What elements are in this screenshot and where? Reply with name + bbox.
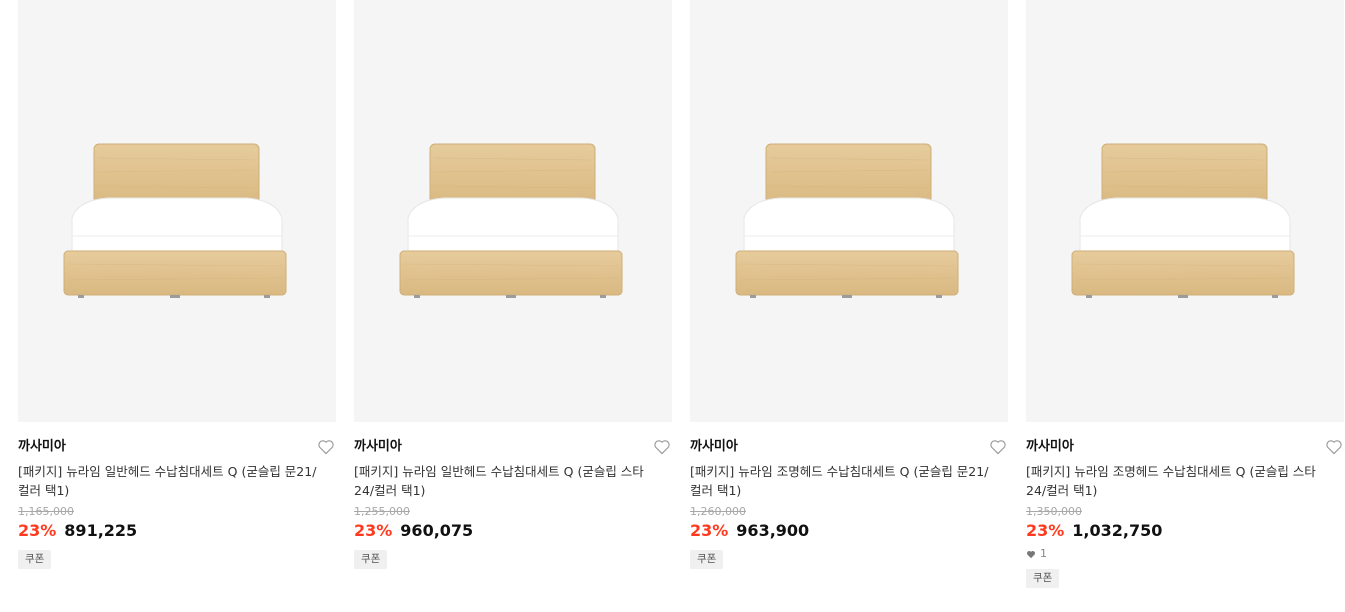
product-image[interactable]: [690, 0, 1008, 422]
brand-name: 까사미아: [354, 439, 402, 454]
price-row: 23% 963,900: [690, 520, 1008, 542]
bed-image-icon: [735, 143, 959, 298]
product-card[interactable]: 까사미아 [패키지] 뉴라임 일반헤드 수납침대세트 Q (굳슬립 스타24/컬…: [354, 0, 672, 588]
discount-rate: 23%: [18, 521, 57, 540]
sale-price: 891,225: [64, 521, 138, 540]
original-price: 1,350,000: [1026, 505, 1082, 518]
like-count: 1: [1026, 547, 1344, 561]
coupon-badge: 쿠폰: [354, 550, 388, 569]
heart-icon[interactable]: [317, 439, 335, 455]
product-image[interactable]: [1026, 0, 1344, 422]
coupon-badge: 쿠폰: [690, 550, 724, 569]
price-row: 23% 1,032,750: [1026, 520, 1344, 542]
heart-icon[interactable]: [653, 439, 671, 455]
original-price: 1,165,000: [18, 505, 74, 518]
sale-price: 1,032,750: [1072, 521, 1163, 540]
price-row: 23% 960,075: [354, 520, 672, 542]
product-title[interactable]: [패키지] 뉴라임 일반헤드 수납침대세트 Q (굳슬립 문21/컬러 택1): [18, 462, 318, 500]
original-price: 1,260,000: [690, 505, 746, 518]
product-title[interactable]: [패키지] 뉴라임 조명헤드 수납침대세트 Q (굳슬립 문21/컬러 택1): [690, 462, 990, 500]
discount-rate: 23%: [1026, 521, 1065, 540]
discount-rate: 23%: [690, 521, 729, 540]
bed-image-icon: [63, 143, 287, 298]
discount-rate: 23%: [354, 521, 393, 540]
product-title[interactable]: [패키지] 뉴라임 일반헤드 수납침대세트 Q (굳슬립 스타24/컬러 택1): [354, 462, 654, 500]
product-card[interactable]: 까사미아 [패키지] 뉴라임 조명헤드 수납침대세트 Q (굳슬립 스타24/컬…: [1026, 0, 1344, 588]
heart-icon[interactable]: [989, 439, 1007, 455]
product-image[interactable]: [18, 0, 336, 422]
brand-name: 까사미아: [690, 439, 738, 454]
coupon-badge: 쿠폰: [1026, 569, 1060, 588]
product-card[interactable]: 까사미아 [패키지] 뉴라임 조명헤드 수납침대세트 Q (굳슬립 문21/컬러…: [690, 0, 1008, 588]
bed-image-icon: [399, 143, 623, 298]
heart-icon[interactable]: [1325, 439, 1343, 455]
brand-name: 까사미아: [1026, 439, 1074, 454]
brand-name: 까사미아: [18, 439, 66, 454]
sale-price: 963,900: [736, 521, 810, 540]
like-count-value: 1: [1040, 547, 1047, 560]
coupon-badge: 쿠폰: [18, 550, 52, 569]
bed-image-icon: [1071, 143, 1295, 298]
product-title[interactable]: [패키지] 뉴라임 조명헤드 수납침대세트 Q (굳슬립 스타24/컬러 택1): [1026, 462, 1326, 500]
filled-heart-icon: [1027, 550, 1035, 558]
original-price: 1,255,000: [354, 505, 410, 518]
product-image[interactable]: [354, 0, 672, 422]
sale-price: 960,075: [400, 521, 474, 540]
product-grid: 까사미아 [패키지] 뉴라임 일반헤드 수납침대세트 Q (굳슬립 문21/컬러…: [18, 0, 1344, 588]
price-row: 23% 891,225: [18, 520, 336, 542]
product-card[interactable]: 까사미아 [패키지] 뉴라임 일반헤드 수납침대세트 Q (굳슬립 문21/컬러…: [18, 0, 336, 588]
